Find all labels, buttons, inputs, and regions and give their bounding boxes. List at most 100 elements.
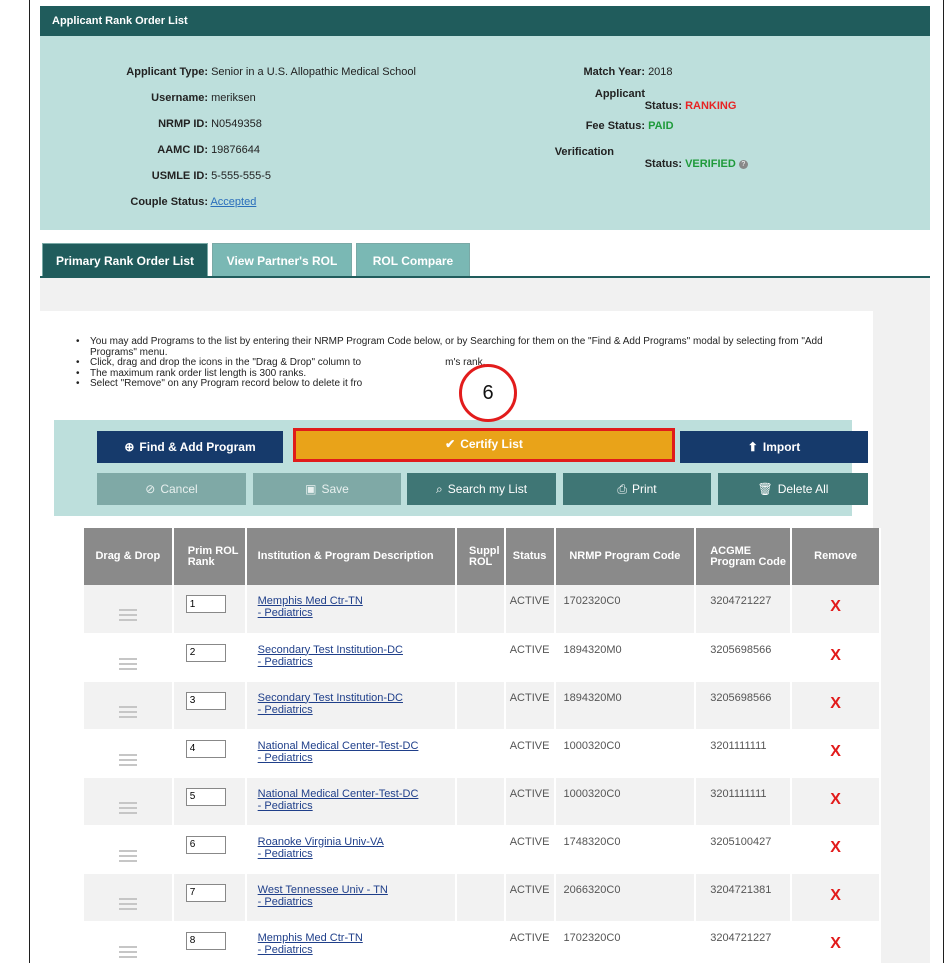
remove-icon[interactable]: X bbox=[793, 743, 878, 761]
rank-cell bbox=[172, 777, 247, 826]
rank-input[interactable] bbox=[185, 595, 226, 613]
program-link[interactable]: National Medical Center-Test-DC - Pediatr… bbox=[258, 788, 454, 812]
remove-icon[interactable]: X bbox=[793, 791, 878, 809]
drag-handle-icon[interactable] bbox=[118, 849, 137, 862]
tab-view-partners-rol[interactable]: View Partner's ROL bbox=[212, 243, 352, 277]
drag-handle-icon[interactable] bbox=[118, 657, 137, 670]
remove-cell: X bbox=[791, 681, 881, 730]
acgme-code-cell: 3201111111 bbox=[695, 777, 793, 826]
drag-cell[interactable] bbox=[84, 633, 174, 682]
table-row: National Medical Center-Test-DC- Pediatr… bbox=[84, 729, 881, 778]
search-my-list-button[interactable]: ⌕ Search my List bbox=[407, 473, 556, 505]
rank-input[interactable] bbox=[185, 691, 226, 710]
acgme-code-cell: 3205698566 bbox=[695, 681, 793, 730]
step-callout: 6 bbox=[459, 364, 517, 422]
drag-handle-icon[interactable] bbox=[118, 897, 137, 910]
delete-all-button[interactable]: 🗑 Delete All bbox=[718, 473, 868, 505]
program-link[interactable]: National Medical Center-Test-DC - Pediatr… bbox=[258, 740, 454, 764]
suppl-cell bbox=[456, 825, 506, 874]
certify-list-button[interactable]: ✔ Certify List bbox=[293, 428, 675, 462]
drag-cell[interactable] bbox=[84, 825, 174, 874]
col-header-institution: Institution & Program Description bbox=[245, 528, 458, 585]
search-plus-icon: ⊕ bbox=[124, 440, 135, 454]
program-link[interactable]: Memphis Med Ctr-TN - Pediatrics bbox=[258, 932, 454, 956]
info-circle-icon[interactable]: ? bbox=[738, 159, 748, 169]
table-row: National Medical Center-Test-DC- Pediatr… bbox=[84, 777, 881, 826]
aamc-id-value: 19876644 bbox=[211, 144, 261, 156]
cancel-button[interactable]: ⊘ Cancel bbox=[97, 473, 246, 505]
status-cell: ACTIVE bbox=[504, 873, 556, 922]
find-add-program-button[interactable]: ⊕ Find & Add Program bbox=[97, 431, 283, 463]
instruction-item: You may add Programs to the list by ente… bbox=[70, 336, 870, 358]
remove-icon[interactable]: X bbox=[793, 598, 878, 616]
username-row: Username: meriksen bbox=[108, 92, 416, 118]
rank-order-table: Drag & Drop Prim ROL Rank Institution & … bbox=[84, 528, 881, 970]
import-button[interactable]: ⬆ Import bbox=[680, 431, 868, 463]
drag-cell[interactable] bbox=[84, 585, 174, 634]
suppl-cell bbox=[456, 873, 506, 922]
program-link[interactable]: Roanoke Virginia Univ-VA - Pediatrics bbox=[258, 836, 454, 860]
rank-input[interactable] bbox=[185, 883, 226, 902]
table-row: Memphis Med Ctr-TN- Pediatrics ACTIVE1702… bbox=[84, 585, 881, 634]
usmle-id-row: USMLE ID: 5-555-555-5 bbox=[108, 170, 416, 196]
save-button[interactable]: ▣ Save bbox=[253, 473, 401, 505]
drag-cell[interactable] bbox=[84, 729, 174, 778]
drag-cell[interactable] bbox=[84, 921, 174, 970]
drag-handle-icon[interactable] bbox=[118, 801, 137, 814]
username-label: Username: bbox=[151, 92, 208, 104]
suppl-cell bbox=[456, 681, 506, 730]
program-link[interactable]: Memphis Med Ctr-TN - Pediatrics bbox=[258, 595, 454, 619]
drag-cell[interactable] bbox=[84, 777, 174, 826]
rank-input[interactable] bbox=[185, 931, 226, 950]
remove-icon[interactable]: X bbox=[793, 935, 878, 953]
drag-handle-icon[interactable] bbox=[118, 945, 137, 958]
acgme-code-cell: 3204721227 bbox=[695, 585, 793, 634]
acgme-code-cell: 3204721381 bbox=[695, 873, 793, 922]
binoculars-icon: ⌕ bbox=[435, 482, 443, 496]
drag-handle-icon[interactable] bbox=[118, 753, 137, 766]
rank-input[interactable] bbox=[185, 835, 226, 854]
status-cell: ACTIVE bbox=[504, 633, 556, 682]
verification-label-2: Status: bbox=[644, 158, 682, 170]
drag-handle-icon[interactable] bbox=[118, 705, 137, 718]
remove-cell: X bbox=[791, 633, 881, 682]
remove-icon[interactable]: X bbox=[793, 647, 878, 665]
applicant-type-label: Applicant Type: bbox=[126, 66, 208, 78]
remove-cell: X bbox=[791, 585, 881, 634]
institution-cell: Memphis Med Ctr-TN - Pediatrics bbox=[245, 921, 458, 970]
nrmp-code-cell: 2066320C0 bbox=[554, 873, 697, 922]
nrmp-code-cell: 1894320M0 bbox=[554, 633, 697, 682]
rank-input[interactable] bbox=[185, 643, 226, 662]
ban-icon: ⊘ bbox=[145, 482, 156, 496]
match-year-label: Match Year: bbox=[583, 66, 645, 78]
applicant-status-label-1: Applicant bbox=[594, 88, 645, 100]
tab-primary-rank-order-list[interactable]: Primary Rank Order List bbox=[42, 243, 208, 277]
applicant-info-right: Match Year: 2018 Applicant Status: RANKI… bbox=[540, 66, 748, 174]
couple-status-label: Couple Status: bbox=[130, 196, 208, 208]
drag-cell[interactable] bbox=[84, 873, 174, 922]
rank-input[interactable] bbox=[185, 739, 226, 758]
table-row: Secondary Test Institution-DC- Pediatric… bbox=[84, 633, 881, 682]
drag-cell[interactable] bbox=[84, 681, 174, 730]
check-icon: ✔ bbox=[445, 437, 456, 451]
suppl-cell bbox=[456, 633, 506, 682]
couple-status-link[interactable]: Accepted bbox=[210, 196, 256, 208]
institution-cell: West Tennessee Univ - TN - Pediatrics bbox=[245, 873, 458, 922]
status-cell: ACTIVE bbox=[504, 825, 556, 874]
institution-cell: Secondary Test Institution-DC - Pediatric… bbox=[245, 681, 458, 730]
couple-status-row: Couple Status: Accepted bbox=[108, 196, 416, 222]
program-link[interactable]: Secondary Test Institution-DC - Pediatric… bbox=[258, 692, 454, 716]
tab-rol-compare[interactable]: ROL Compare bbox=[356, 243, 470, 277]
remove-icon[interactable]: X bbox=[793, 887, 878, 905]
program-link[interactable]: Secondary Test Institution-DC - Pediatric… bbox=[258, 644, 454, 668]
tab-label: View Partner's ROL bbox=[226, 254, 338, 268]
rank-input[interactable] bbox=[185, 787, 226, 806]
fee-status-label: Fee Status: bbox=[585, 120, 645, 132]
acgme-code-cell: 3205698566 bbox=[695, 633, 793, 682]
drag-handle-icon[interactable] bbox=[118, 609, 137, 621]
remove-icon[interactable]: X bbox=[793, 839, 878, 857]
rank-cell bbox=[172, 921, 247, 970]
program-link[interactable]: West Tennessee Univ - TN - Pediatrics bbox=[258, 884, 454, 908]
print-button[interactable]: ⎙ Print bbox=[563, 473, 711, 505]
remove-icon[interactable]: X bbox=[793, 695, 878, 713]
